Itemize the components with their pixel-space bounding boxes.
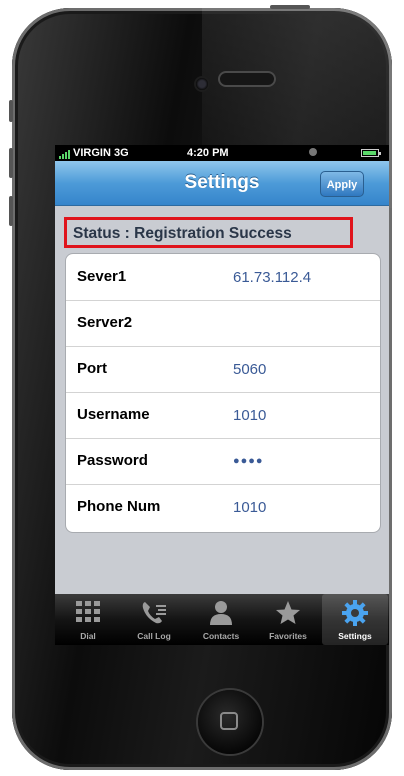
earpiece-speaker <box>218 71 276 87</box>
gear-icon <box>342 600 368 626</box>
row-label: Port <box>77 360 107 377</box>
call-log-icon <box>142 602 166 624</box>
carrier-text: VIRGIN 3G <box>73 147 129 159</box>
row-server1[interactable]: Sever1 61.73.112.4 <box>66 254 380 301</box>
signal-icon <box>59 147 71 159</box>
clock: 4:20 PM <box>187 147 229 159</box>
password-field[interactable]: ●●●● <box>233 455 264 467</box>
row-label: Password <box>77 452 148 469</box>
row-label: Sever1 <box>77 268 127 285</box>
status-bar: VIRGIN 3G 4:20 PM <box>55 145 389 161</box>
tab-label: Settings <box>338 631 372 641</box>
orientation-lock-icon <box>309 148 317 156</box>
tab-label: Call Log <box>137 631 171 641</box>
volume-down-button <box>9 196 13 226</box>
row-password[interactable]: Password ●●●● <box>66 438 380 485</box>
dialpad-icon <box>76 601 100 622</box>
mute-switch <box>9 100 13 122</box>
row-label: Phone Num <box>77 498 161 515</box>
username-field[interactable]: 1010 <box>233 407 266 424</box>
sleep-button <box>270 5 310 9</box>
navigation-bar: Settings Apply <box>55 161 389 206</box>
tab-contacts[interactable]: Contacts <box>188 594 254 645</box>
phone-num-field[interactable]: 1010 <box>233 499 266 516</box>
row-phone-num[interactable]: Phone Num 1010 <box>66 484 380 530</box>
tab-settings[interactable]: Settings <box>322 594 388 645</box>
apply-button-label: Apply <box>326 179 358 191</box>
volume-up-button <box>9 148 13 178</box>
tab-call-log[interactable]: Call Log <box>121 594 187 645</box>
registration-status: Status : Registration Success <box>73 225 292 242</box>
tab-bar: Dial Call Log Contacts Favorites Setting… <box>55 594 389 645</box>
tab-label: Favorites <box>269 631 307 641</box>
row-server2[interactable]: Server2 <box>66 300 380 347</box>
server1-field[interactable]: 61.73.112.4 <box>233 269 311 286</box>
tab-dial[interactable]: Dial <box>55 594 121 645</box>
tab-label: Contacts <box>202 631 240 641</box>
row-label: Username <box>77 406 150 423</box>
contacts-icon <box>210 601 232 625</box>
star-icon <box>276 601 300 624</box>
registration-status-highlight: Status : Registration Success <box>64 217 353 248</box>
home-button[interactable] <box>198 690 262 754</box>
carrier-label: VIRGIN 3G <box>59 147 129 159</box>
apply-button[interactable]: Apply <box>320 171 364 197</box>
battery-icon <box>361 149 381 157</box>
settings-table: Sever1 61.73.112.4 Server2 Port 5060 Use… <box>65 253 381 533</box>
row-username[interactable]: Username 1010 <box>66 392 380 439</box>
port-field[interactable]: 5060 <box>233 361 266 378</box>
screen: VIRGIN 3G 4:20 PM Settings Apply Status … <box>55 145 389 645</box>
front-camera <box>196 78 208 90</box>
tab-label: Dial <box>80 631 96 641</box>
row-port[interactable]: Port 5060 <box>66 346 380 393</box>
home-square-icon <box>220 712 238 730</box>
row-label: Server2 <box>77 314 133 331</box>
tab-favorites[interactable]: Favorites <box>255 594 321 645</box>
